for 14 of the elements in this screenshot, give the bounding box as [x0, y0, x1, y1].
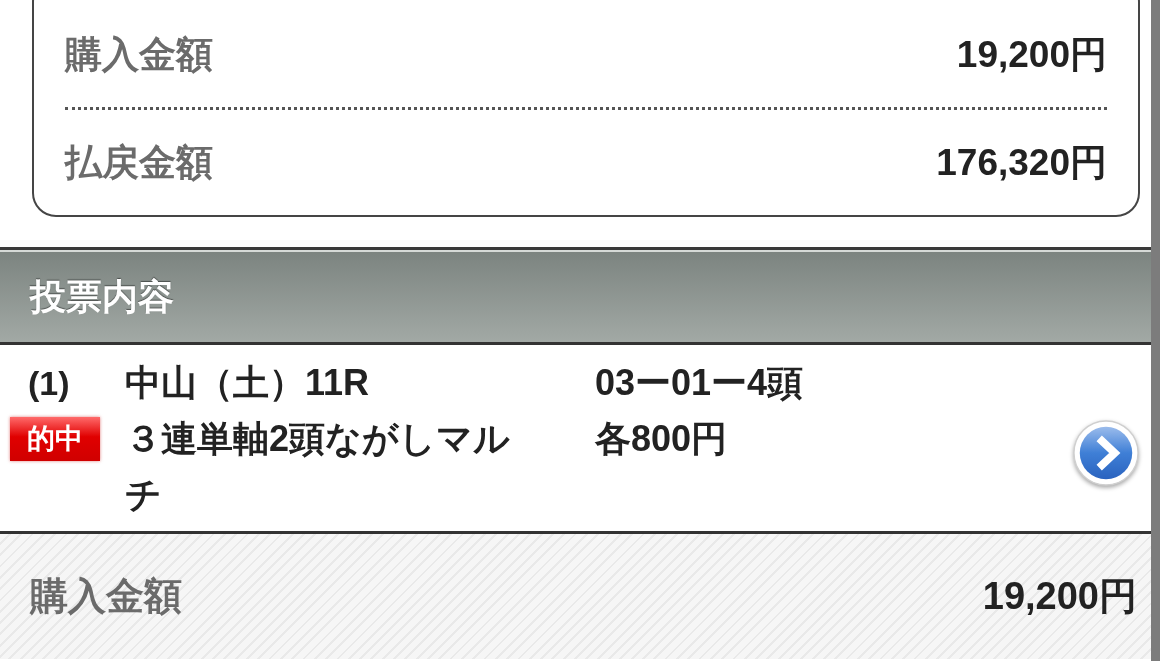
amount-value: 176,320円: [936, 140, 1107, 185]
bet-amount: 各800円: [595, 417, 728, 461]
chevron-right-icon[interactable]: [1072, 419, 1140, 487]
total-value: 19,200円: [982, 574, 1137, 619]
hit-badge: 的中: [10, 417, 100, 461]
section-title: 投票内容: [30, 274, 174, 319]
race-name: 中山（土）11R: [125, 361, 370, 405]
total-label: 購入金額: [30, 574, 182, 619]
bet-combination: 03ー01ー4頭: [595, 361, 804, 405]
amount-label: 払戻金額: [65, 140, 213, 185]
bet-number: (1): [28, 363, 70, 404]
bet-type: ３連単軸2頭ながしマルチ: [125, 417, 512, 517]
amount-value: 19,200円: [956, 32, 1107, 77]
amount-label: 購入金額: [65, 32, 213, 77]
